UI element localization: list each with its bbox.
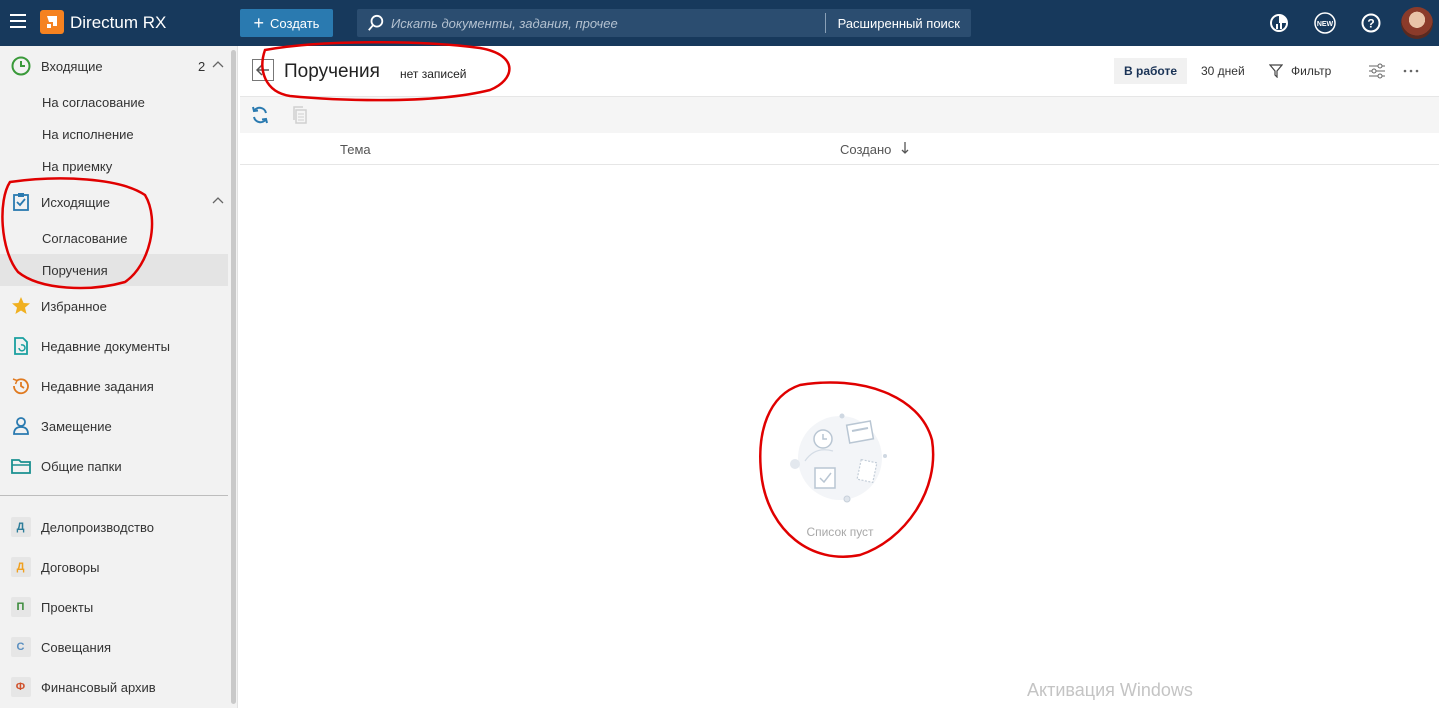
sidebar-group-incoming[interactable]: Входящие 2 bbox=[0, 46, 228, 86]
sidebar-group-label: Входящие bbox=[41, 58, 103, 74]
module-icon: П bbox=[10, 597, 31, 618]
clock-icon bbox=[10, 56, 31, 77]
sidebar-item-label: Общие папки bbox=[41, 458, 122, 474]
checklist-icon bbox=[10, 192, 31, 213]
create-button[interactable]: + Создать bbox=[240, 9, 333, 37]
sidebar-item-label: Замещение bbox=[41, 418, 112, 434]
recent-document-icon bbox=[10, 336, 31, 357]
incoming-count-badge: 2 bbox=[198, 58, 206, 74]
column-subject[interactable]: Тема bbox=[340, 142, 371, 157]
svg-text:?: ? bbox=[1367, 17, 1374, 31]
sidebar-module-financial-archive[interactable]: Ф Финансовый архив bbox=[0, 667, 228, 707]
sidebar-item-favorites[interactable]: Избранное bbox=[0, 286, 228, 326]
advanced-search-button[interactable]: Расширенный поиск bbox=[826, 16, 971, 31]
sidebar-item-for-execution[interactable]: На исполнение bbox=[0, 118, 228, 150]
sort-descending-icon bbox=[901, 142, 909, 154]
main-content: Поручения нет записей В работе 30 дней Ф… bbox=[240, 46, 1439, 708]
sidebar-item-label: Финансовый архив bbox=[41, 679, 156, 695]
chevron-up-icon[interactable] bbox=[212, 196, 224, 204]
sidebar-module-contracts[interactable]: Д Договоры bbox=[0, 547, 228, 587]
sidebar-item-label: Делопроизводство bbox=[41, 519, 155, 535]
sidebar-module-meetings[interactable]: С Совещания bbox=[0, 627, 228, 667]
folder-icon bbox=[10, 456, 31, 477]
record-count: нет записей bbox=[400, 67, 467, 81]
filter-button[interactable]: Фильтр bbox=[1269, 58, 1331, 84]
directum-logo-icon[interactable] bbox=[40, 10, 64, 34]
refresh-icon[interactable] bbox=[250, 105, 270, 125]
module-icon: С bbox=[10, 637, 31, 658]
module-letter: Ф bbox=[10, 677, 31, 697]
sidebar-item-label: Недавние задания bbox=[41, 378, 154, 394]
new-icon[interactable]: NEW bbox=[1314, 12, 1336, 34]
empty-list-text: Список пуст bbox=[806, 525, 874, 539]
chart-icon[interactable] bbox=[1268, 12, 1290, 34]
app-title[interactable]: Directum RX bbox=[70, 13, 166, 33]
recent-tasks-icon bbox=[10, 376, 31, 397]
sidebar-separator bbox=[0, 495, 228, 496]
user-avatar[interactable] bbox=[1401, 7, 1433, 39]
settings-sliders-icon[interactable] bbox=[1368, 58, 1386, 84]
sidebar: Входящие 2 На согласование На исполнение… bbox=[0, 46, 238, 708]
sidebar-item-label: Проекты bbox=[41, 599, 94, 615]
sidebar-item-for-acceptance[interactable]: На приемку bbox=[0, 150, 228, 182]
arrow-left-icon bbox=[256, 64, 269, 76]
sidebar-item-recent-tasks[interactable]: Недавние задания bbox=[0, 366, 228, 406]
sidebar-module-projects[interactable]: П Проекты bbox=[0, 587, 228, 627]
module-icon: Ф bbox=[10, 677, 31, 698]
back-button[interactable] bbox=[252, 59, 274, 81]
sidebar-group-label: Исходящие bbox=[41, 194, 110, 210]
sidebar-scrollbar[interactable] bbox=[231, 50, 236, 704]
sidebar-item-substitution[interactable]: Замещение bbox=[0, 406, 228, 446]
sidebar-item-label: Совещания bbox=[41, 639, 112, 655]
column-created-label: Создано bbox=[840, 142, 892, 157]
sidebar-item-assignments[interactable]: Поручения bbox=[0, 254, 228, 286]
help-icon[interactable]: ? bbox=[1360, 12, 1382, 34]
sidebar-item-label: Избранное bbox=[41, 298, 107, 314]
star-icon bbox=[10, 296, 31, 317]
sidebar-item-recent-documents[interactable]: Недавние документы bbox=[0, 326, 228, 366]
module-letter: С bbox=[10, 637, 31, 657]
module-letter: П bbox=[10, 597, 31, 617]
page-title: Поручения bbox=[284, 61, 380, 82]
search-bar: Расширенный поиск bbox=[357, 9, 971, 37]
action-bar bbox=[240, 97, 1439, 133]
table-header: Тема Создано bbox=[240, 133, 1439, 165]
windows-activation-watermark: Активация Windows bbox=[1027, 680, 1193, 700]
search-input[interactable] bbox=[385, 15, 825, 31]
module-icon: Д bbox=[10, 517, 31, 538]
copy-icon[interactable] bbox=[290, 105, 310, 125]
module-icon: Д bbox=[10, 557, 31, 578]
sidebar-item-for-approval[interactable]: На согласование bbox=[0, 86, 228, 118]
filter-label: Фильтр bbox=[1291, 64, 1332, 78]
sidebar-group-outgoing[interactable]: Исходящие bbox=[0, 182, 228, 222]
module-letter: Д bbox=[10, 517, 31, 537]
period-toggle[interactable]: 30 дней bbox=[1201, 58, 1245, 84]
empty-list-illustration bbox=[790, 413, 887, 503]
filter-icon bbox=[1269, 64, 1283, 78]
more-options-icon[interactable] bbox=[1403, 58, 1419, 84]
sidebar-item-shared-folders[interactable]: Общие папки bbox=[0, 446, 228, 486]
search-icon[interactable] bbox=[367, 14, 385, 32]
menu-icon[interactable] bbox=[10, 14, 28, 30]
sidebar-module-records-management[interactable]: Д Делопроизводство bbox=[0, 507, 228, 547]
module-letter: Д bbox=[10, 557, 31, 577]
plus-icon: + bbox=[253, 13, 265, 33]
sidebar-item-label: Договоры bbox=[41, 559, 100, 575]
top-bar: Directum RX + Создать Расширенный поиск … bbox=[0, 0, 1439, 46]
in-work-toggle[interactable]: В работе bbox=[1114, 58, 1187, 84]
person-icon bbox=[10, 416, 31, 437]
sidebar-item-label: Недавние документы bbox=[41, 338, 170, 354]
chevron-up-icon[interactable] bbox=[212, 60, 224, 68]
column-created[interactable]: Создано bbox=[840, 142, 909, 157]
sidebar-item-approval[interactable]: Согласование bbox=[0, 222, 228, 254]
new-badge-text: NEW bbox=[1317, 21, 1334, 28]
create-button-label: Создать bbox=[270, 15, 320, 31]
